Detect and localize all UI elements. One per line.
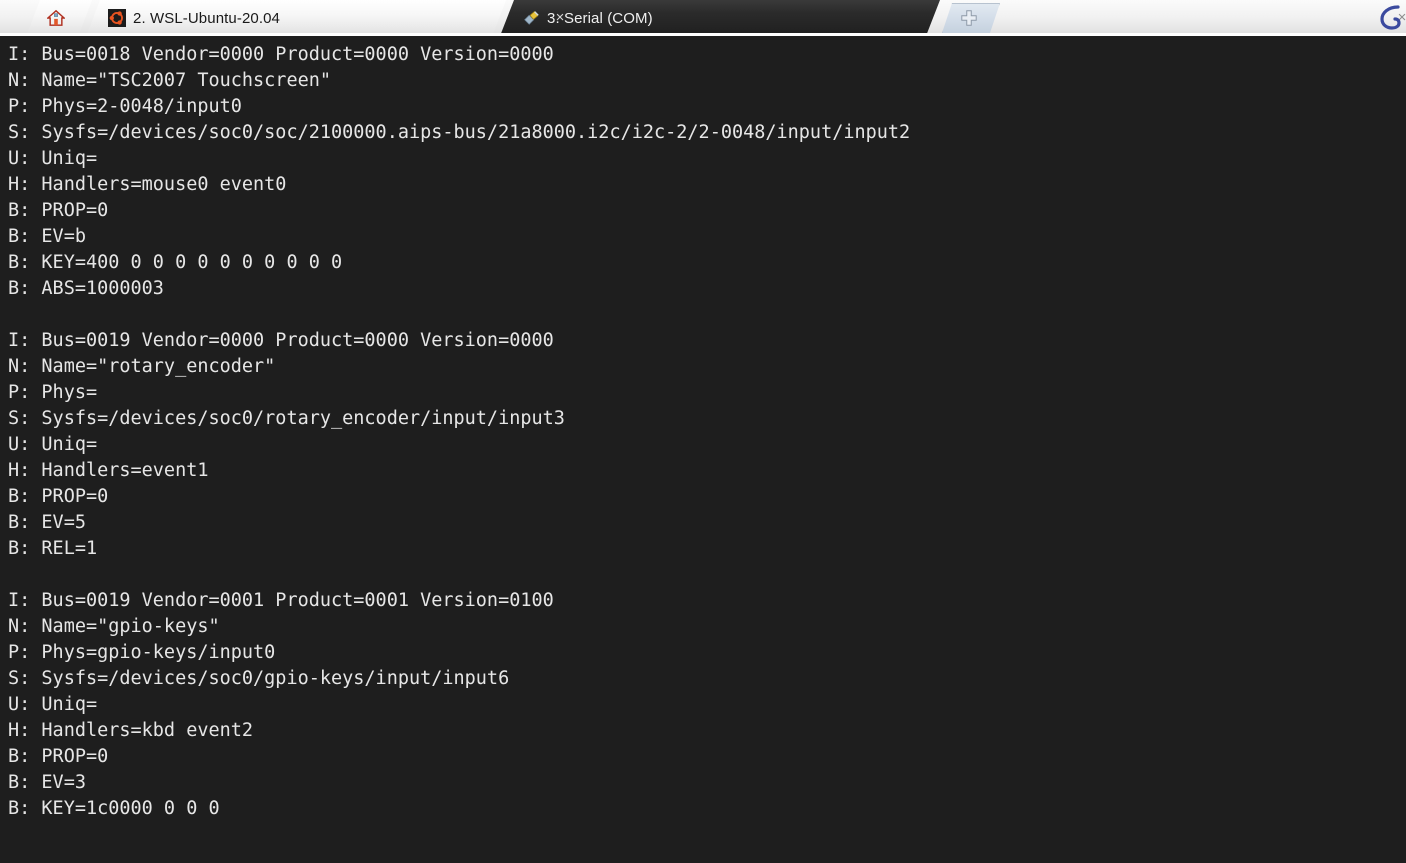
terminal-line: H: Handlers=mouse0 event0 xyxy=(8,174,287,195)
terminal-line: B: PROP=0 xyxy=(8,200,109,221)
terminal-line: I: Bus=0018 Vendor=0000 Product=0000 Ver… xyxy=(8,44,554,65)
terminal-line: B: PROP=0 xyxy=(8,746,109,767)
terminal-line: U: Uniq= xyxy=(8,694,98,715)
tab-home[interactable] xyxy=(26,0,92,36)
terminal-line: N: Name="rotary_encoder" xyxy=(8,356,276,377)
terminal-line: B: EV=3 xyxy=(8,772,86,793)
terminal-line: H: Handlers=kbd event2 xyxy=(8,720,254,741)
new-tab-button[interactable] xyxy=(942,3,1000,33)
terminal-line: U: Uniq= xyxy=(8,148,98,169)
ubuntu-icon xyxy=(108,9,126,27)
tab-wsl-ubuntu[interactable]: 2. WSL-Ubuntu-20.04 × xyxy=(86,0,564,36)
terminal-text: I: Bus=0018 Vendor=0000 Product=0000 Ver… xyxy=(8,42,1406,822)
terminal-line: S: Sysfs=/devices/soc0/soc/2100000.aips-… xyxy=(8,122,911,143)
terminal-output-pane[interactable]: I: Bus=0018 Vendor=0000 Product=0000 Ver… xyxy=(0,36,1406,863)
terminal-line: P: Phys=gpio-keys/input0 xyxy=(8,642,276,663)
terminal-line: B: PROP=0 xyxy=(8,486,109,507)
terminal-line: N: Name="TSC2007 Touchscreen" xyxy=(8,70,332,91)
terminal-line: B: REL=1 xyxy=(8,538,98,559)
terminal-line: B: ABS=1000003 xyxy=(8,278,164,299)
terminal-line: S: Sysfs=/devices/soc0/gpio-keys/input/i… xyxy=(8,668,510,689)
terminal-line: I: Bus=0019 Vendor=0001 Product=0001 Ver… xyxy=(8,590,554,611)
terminal-window: 2. WSL-Ubuntu-20.04 × 3. Serial (COM) × xyxy=(0,0,1406,863)
terminal-line: U: Uniq= xyxy=(8,434,98,455)
tab-wsl-label: 2. WSL-Ubuntu-20.04 xyxy=(133,9,280,27)
serial-plug-icon xyxy=(524,11,539,25)
terminal-line: P: Phys=2-0048/input0 xyxy=(8,96,242,117)
plus-icon xyxy=(961,10,977,26)
terminal-line: P: Phys= xyxy=(8,382,98,403)
terminal-line: B: KEY=400 0 0 0 0 0 0 0 0 0 0 xyxy=(8,252,343,273)
app-logo-icon[interactable] xyxy=(1378,4,1404,30)
home-icon xyxy=(46,9,65,26)
terminal-line: I: Bus=0019 Vendor=0000 Product=0000 Ver… xyxy=(8,330,554,351)
tab-bar: 2. WSL-Ubuntu-20.04 × 3. Serial (COM) × xyxy=(0,0,1406,36)
terminal-line: B: EV=5 xyxy=(8,512,86,533)
terminal-line: N: Name="gpio-keys" xyxy=(8,616,220,637)
terminal-line: S: Sysfs=/devices/soc0/rotary_encoder/in… xyxy=(8,408,565,429)
terminal-line: B: EV=b xyxy=(8,226,86,247)
tab-wsl-close-icon[interactable]: × xyxy=(552,10,568,26)
terminal-line: H: Handlers=event1 xyxy=(8,460,209,481)
terminal-line: B: KEY=1c0000 0 0 0 xyxy=(8,798,220,819)
